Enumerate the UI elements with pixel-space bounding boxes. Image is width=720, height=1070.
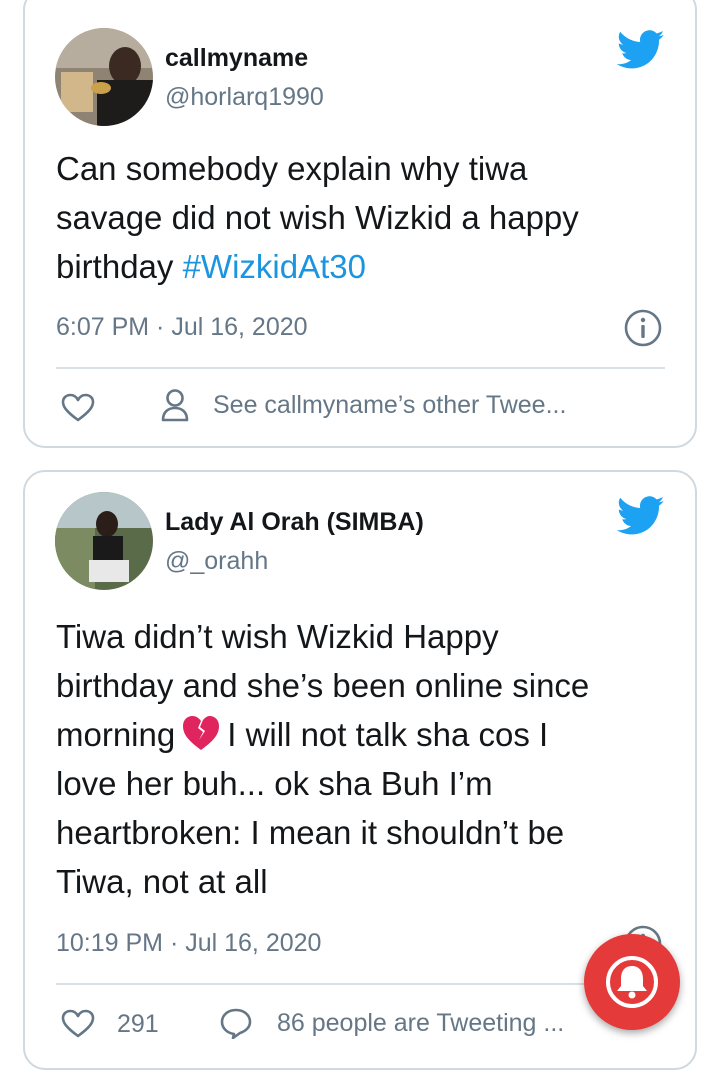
tweet-text-segment: I will not talk sha cos I <box>227 716 549 753</box>
user-handle[interactable]: @_orahh <box>165 547 268 576</box>
notification-bell-button[interactable] <box>584 934 680 1030</box>
broken-heart-emoji <box>183 716 220 750</box>
tweet-text-line: birthday #WizkidAt30 <box>56 242 665 291</box>
like-action[interactable] <box>61 393 95 423</box>
see-other-tweets-action[interactable]: See callmyname’s other Twee... <box>161 388 566 422</box>
tweet-timestamp[interactable]: 10:19 PM · Jul 16, 2020 <box>56 929 321 958</box>
hashtag-link[interactable]: #WizkidAt30 <box>183 248 366 285</box>
see-other-tweets-label: See callmyname’s other Twee... <box>213 390 567 419</box>
heart-icon <box>61 393 95 422</box>
avatar[interactable] <box>55 28 153 126</box>
tweet-text: Can somebody explain why tiwa savage did… <box>56 144 665 291</box>
person-icon <box>161 389 189 422</box>
tweet-text-line: savage did not wish Wizkid a happy <box>56 199 579 236</box>
tweeting-action[interactable]: 86 people are Tweeting ... <box>219 1007 564 1039</box>
tweet-text-line: love her buh... ok sha Buh I’m <box>56 765 493 802</box>
tweet-text-line: Tiwa didn’t wish Wizkid Happy <box>56 618 499 655</box>
like-action[interactable]: 291 <box>61 1009 159 1039</box>
tweet-text: Tiwa didn’t wish Wizkid Happy birthday a… <box>56 612 665 906</box>
divider <box>56 983 665 985</box>
display-name[interactable]: Lady Al Orah (SIMBA) <box>165 508 424 537</box>
display-name[interactable]: callmyname <box>165 44 308 73</box>
info-icon[interactable] <box>623 308 663 348</box>
tweet-text-line: morning I will not talk sha cos I <box>56 710 665 759</box>
tweet-timestamp[interactable]: 6:07 PM · Jul 16, 2020 <box>56 313 308 342</box>
tweet-text-line: heartbroken: I mean it shouldn’t be <box>56 814 565 851</box>
bell-icon <box>606 956 658 1008</box>
avatar[interactable] <box>55 492 153 590</box>
tweet-text-segment: birthday <box>56 248 183 285</box>
twitter-bird-icon[interactable] <box>617 496 665 536</box>
tweet-text-line: Can somebody explain why tiwa <box>56 150 528 187</box>
tweeting-label: 86 people are Tweeting ... <box>277 1008 565 1037</box>
tweet-card[interactable]: callmyname @horlarq1990 Can somebody exp… <box>23 0 697 448</box>
comment-icon <box>220 1008 252 1039</box>
tweet-text-line: birthday and she’s been online since <box>56 667 590 704</box>
divider <box>56 367 665 369</box>
user-handle[interactable]: @horlarq1990 <box>165 83 324 112</box>
like-count: 291 <box>117 1009 159 1038</box>
tweet-text-line: Tiwa, not at all <box>56 863 268 900</box>
twitter-bird-icon[interactable] <box>617 30 665 70</box>
heart-icon <box>61 1009 95 1038</box>
tweet-text-segment: morning <box>56 716 176 753</box>
